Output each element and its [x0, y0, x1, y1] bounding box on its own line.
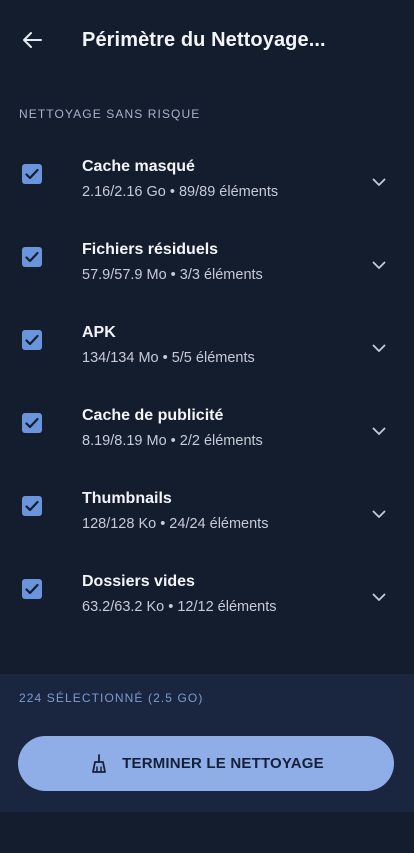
- chevron-down-icon[interactable]: [368, 423, 390, 439]
- item-title: APK: [82, 324, 116, 341]
- header: Périmètre du Nettoyage...: [0, 0, 414, 84]
- finish-button-label: TERMINER LE NETTOYAGE: [122, 755, 324, 772]
- check-icon: [25, 334, 39, 346]
- check-icon: [25, 500, 39, 512]
- broom-icon: [88, 753, 110, 775]
- chevron-down-icon[interactable]: [368, 506, 390, 522]
- checkbox[interactable]: [22, 330, 42, 350]
- item-subtitle: 8.19/8.19 Mo • 2/2 éléments: [82, 433, 263, 449]
- chevron-down-icon[interactable]: [368, 257, 390, 273]
- item-title: Cache masqué: [82, 158, 195, 175]
- list-item-residual-files[interactable]: Fichiers résiduels 57.9/57.9 Mo • 3/3 él…: [0, 223, 414, 306]
- item-title: Thumbnails: [82, 490, 172, 507]
- checkbox[interactable]: [22, 247, 42, 267]
- page-title: Périmètre du Nettoyage...: [82, 29, 326, 51]
- chevron-down-icon[interactable]: [368, 340, 390, 356]
- back-button[interactable]: [14, 24, 50, 56]
- section-label: NETTOYAGE SANS RISQUE: [19, 107, 201, 121]
- checkbox[interactable]: [22, 413, 42, 433]
- arrow-left-icon: [23, 32, 42, 48]
- list-item-thumbnails[interactable]: Thumbnails 128/128 Ko • 24/24 éléments: [0, 472, 414, 555]
- checkbox[interactable]: [22, 579, 42, 599]
- list-item-apk[interactable]: APK 134/134 Mo • 5/5 éléments: [0, 306, 414, 389]
- item-subtitle: 63.2/63.2 Ko • 12/12 éléments: [82, 599, 277, 615]
- app-screen: Périmètre du Nettoyage... NETTOYAGE SANS…: [0, 0, 414, 853]
- item-title: Dossiers vides: [82, 573, 195, 590]
- chevron-down-icon[interactable]: [368, 589, 390, 605]
- finish-cleanup-button[interactable]: TERMINER LE NETTOYAGE: [18, 736, 394, 791]
- item-subtitle: 134/134 Mo • 5/5 éléments: [82, 350, 255, 366]
- item-subtitle: 57.9/57.9 Mo • 3/3 éléments: [82, 267, 263, 283]
- selection-summary: 224 SÉLECTIONNÉ (2.5 GO): [19, 691, 204, 705]
- cleanup-list: Cache masqué 2.16/2.16 Go • 89/89 élémen…: [0, 140, 414, 638]
- item-title: Cache de publicité: [82, 407, 224, 424]
- check-icon: [25, 583, 39, 595]
- checkbox[interactable]: [22, 164, 42, 184]
- list-item-ad-cache[interactable]: Cache de publicité 8.19/8.19 Mo • 2/2 él…: [0, 389, 414, 472]
- check-icon: [25, 417, 39, 429]
- check-icon: [25, 251, 39, 263]
- list-item-empty-folders[interactable]: Dossiers vides 63.2/63.2 Ko • 12/12 élém…: [0, 555, 414, 638]
- list-item-hidden-cache[interactable]: Cache masqué 2.16/2.16 Go • 89/89 élémen…: [0, 140, 414, 223]
- checkbox[interactable]: [22, 496, 42, 516]
- bottom-panel: 224 SÉLECTIONNÉ (2.5 GO) TERMINER LE NET…: [0, 674, 414, 812]
- item-subtitle: 128/128 Ko • 24/24 éléments: [82, 516, 269, 532]
- chevron-down-icon[interactable]: [368, 174, 390, 190]
- item-title: Fichiers résiduels: [82, 241, 219, 258]
- check-icon: [25, 168, 39, 180]
- item-subtitle: 2.16/2.16 Go • 89/89 éléments: [82, 184, 279, 200]
